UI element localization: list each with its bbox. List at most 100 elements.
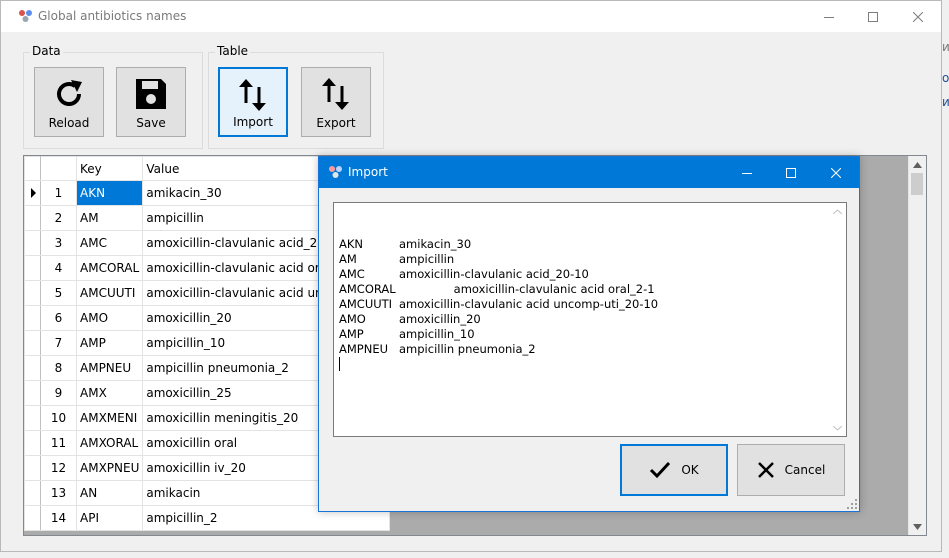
maximize-icon bbox=[868, 11, 878, 22]
row-header[interactable] bbox=[24, 280, 41, 306]
import-line-value: amoxicillin-clavulanic acid oral_2-1 bbox=[453, 282, 655, 296]
reload-button[interactable]: Reload bbox=[34, 67, 104, 137]
cancel-label: Cancel bbox=[784, 463, 826, 477]
ok-label: OK bbox=[681, 463, 699, 477]
maximize-button[interactable] bbox=[850, 1, 896, 32]
import-text-line: AMC amoxicillin-clavulanic acid_20-10 bbox=[339, 267, 841, 282]
key-cell[interactable]: AKN bbox=[75, 180, 144, 206]
scroll-down-arrow-icon[interactable] bbox=[909, 518, 926, 535]
row-header[interactable] bbox=[24, 330, 41, 356]
import-line-key: AMP bbox=[339, 327, 364, 341]
import-dialog: Import AKN amikacin_30 AM ampicillin AMC amox… bbox=[318, 156, 860, 512]
row-number-cell[interactable]: 4 bbox=[40, 255, 77, 281]
row-number-cell[interactable]: 8 bbox=[40, 355, 77, 381]
scroll-down-arrow-icon[interactable] bbox=[829, 419, 846, 436]
row-number-cell[interactable]: 9 bbox=[40, 380, 77, 406]
key-cell[interactable]: AMX bbox=[75, 380, 144, 406]
import-line-key: AKN bbox=[339, 237, 364, 251]
resize-grip-icon[interactable] bbox=[847, 499, 857, 509]
import-line-value: amoxicillin_20 bbox=[399, 312, 481, 326]
row-number-cell[interactable]: 11 bbox=[40, 430, 77, 456]
row-header[interactable] bbox=[24, 305, 41, 331]
key-cell[interactable]: AMP bbox=[75, 330, 144, 356]
background-text-fragment: и bbox=[942, 95, 949, 109]
row-number-cell[interactable]: 6 bbox=[40, 305, 77, 331]
export-label: Export bbox=[316, 116, 356, 130]
data-group-label: Data bbox=[30, 44, 63, 58]
import-line-key: AMC bbox=[339, 267, 365, 281]
import-button[interactable]: Import bbox=[218, 67, 288, 137]
row-number-cell[interactable]: 12 bbox=[40, 455, 77, 481]
key-cell[interactable]: AMCORAL bbox=[75, 255, 144, 281]
dialog-maximize-button[interactable] bbox=[768, 157, 814, 188]
import-text-line: AMP ampicillin_10 bbox=[339, 327, 841, 342]
scrollbar-thumb[interactable] bbox=[911, 173, 923, 195]
maximize-icon bbox=[786, 167, 796, 178]
minimize-icon bbox=[742, 172, 752, 174]
key-column-header[interactable]: Key bbox=[75, 156, 144, 181]
row-number-cell[interactable]: 1 bbox=[40, 180, 77, 206]
row-header[interactable] bbox=[24, 405, 41, 431]
row-header[interactable] bbox=[24, 455, 41, 481]
import-text-line: AM ampicillin bbox=[339, 252, 841, 267]
row-number-cell[interactable]: 3 bbox=[40, 230, 77, 256]
minimize-button[interactable] bbox=[806, 1, 852, 32]
window-title: Global antibiotics names bbox=[38, 9, 187, 23]
import-text-area[interactable]: AKN amikacin_30 AM ampicillin AMC amoxicillin… bbox=[333, 202, 847, 437]
import-line-value: amoxicillin-clavulanic acid uncomp-uti_2… bbox=[399, 297, 659, 311]
import-text-line: AMPNEU ampicillin pneumonia_2 bbox=[339, 342, 841, 357]
import-line-value: ampicillin bbox=[399, 252, 455, 266]
key-cell[interactable]: AMCUUTI bbox=[75, 280, 144, 306]
ok-button[interactable]: OK bbox=[620, 444, 728, 496]
cancel-button[interactable]: Cancel bbox=[737, 444, 845, 496]
key-cell[interactable]: API bbox=[75, 505, 144, 531]
reload-icon bbox=[57, 80, 82, 106]
key-cell[interactable]: AMO bbox=[75, 305, 144, 331]
dialog-close-button[interactable] bbox=[813, 157, 859, 188]
import-line-value: ampicillin_10 bbox=[399, 327, 475, 341]
scroll-up-arrow-icon[interactable] bbox=[829, 203, 846, 220]
row-number-cell[interactable]: 7 bbox=[40, 330, 77, 356]
key-cell[interactable]: AN bbox=[75, 480, 144, 506]
text-area-scrollbar[interactable] bbox=[829, 203, 846, 436]
export-button[interactable]: Export bbox=[301, 67, 371, 137]
import-text-line: AKN amikacin_30 bbox=[339, 237, 841, 252]
x-icon bbox=[757, 462, 774, 478]
data-group: Data Reload Save bbox=[23, 44, 203, 149]
key-cell[interactable]: AM bbox=[75, 205, 144, 231]
row-header[interactable] bbox=[24, 230, 41, 256]
key-cell[interactable]: AMPNEU bbox=[75, 355, 144, 381]
row-header[interactable] bbox=[24, 380, 41, 406]
background-text-fragment: иc bbox=[942, 40, 949, 54]
dialog-minimize-button[interactable] bbox=[724, 157, 770, 188]
title-bar: Global antibiotics names bbox=[1, 1, 941, 32]
key-cell[interactable]: AMC bbox=[75, 230, 144, 256]
export-arrows-icon bbox=[322, 78, 349, 110]
row-header[interactable] bbox=[24, 430, 41, 456]
grid-vertical-scrollbar[interactable] bbox=[908, 156, 926, 535]
row-number-cell[interactable]: 14 bbox=[40, 505, 77, 531]
key-cell[interactable]: AMXPNEU bbox=[75, 455, 144, 481]
row-header[interactable] bbox=[24, 180, 41, 206]
import-line-key: AMO bbox=[339, 312, 366, 326]
row-number-cell[interactable]: 5 bbox=[40, 280, 77, 306]
row-header[interactable] bbox=[24, 355, 41, 381]
key-cell[interactable]: AMXORAL bbox=[75, 430, 144, 456]
row-number-cell[interactable]: 2 bbox=[40, 205, 77, 231]
import-line-value: amoxicillin-clavulanic acid_20-10 bbox=[399, 267, 589, 281]
save-button[interactable]: Save bbox=[116, 67, 186, 137]
close-button[interactable] bbox=[895, 1, 941, 32]
row-number-cell[interactable]: 13 bbox=[40, 480, 77, 506]
row-header[interactable] bbox=[24, 205, 41, 231]
import-text-line: AMCORAL amoxicillin-clavulanic acid oral_… bbox=[339, 282, 841, 297]
row-header[interactable] bbox=[24, 255, 41, 281]
scroll-up-arrow-icon[interactable] bbox=[909, 156, 926, 173]
reload-label: Reload bbox=[48, 116, 90, 130]
number-column-header[interactable] bbox=[40, 156, 77, 181]
row-header[interactable] bbox=[24, 505, 41, 531]
row-header[interactable] bbox=[24, 480, 41, 506]
close-icon bbox=[913, 11, 923, 22]
import-text-line: AMO amoxicillin_20 bbox=[339, 312, 841, 327]
row-number-cell[interactable]: 10 bbox=[40, 405, 77, 431]
key-cell[interactable]: AMXMENI bbox=[75, 405, 144, 431]
